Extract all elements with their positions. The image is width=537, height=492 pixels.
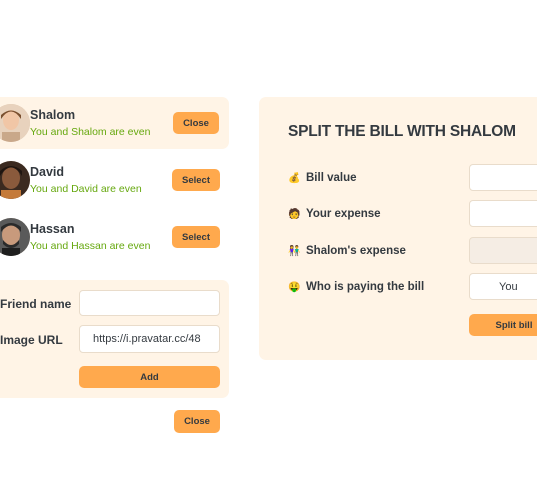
- friend-name: David: [30, 165, 65, 179]
- friend-item-hassan: Hassan You and Hassan are even Select: [0, 211, 229, 263]
- friend-balance-status: You and Hassan are even: [30, 240, 151, 252]
- person-icon: 🧑: [288, 208, 301, 220]
- image-url-input[interactable]: [79, 325, 220, 353]
- avatar: [0, 161, 30, 199]
- couple-icon: 👫: [288, 245, 301, 257]
- image-url-label: Image URL: [0, 333, 63, 347]
- friend-name-input[interactable]: [79, 290, 220, 316]
- split-bill-form: SPLIT THE BILL WITH SHALOM 💰 Bill value …: [259, 97, 537, 360]
- split-bill-button[interactable]: Split bill: [469, 314, 537, 336]
- friend-balance-status: You and Shalom are even: [30, 126, 151, 138]
- add-friend-button[interactable]: Add: [79, 366, 220, 388]
- friend-expense-input: [469, 237, 537, 264]
- close-form-button[interactable]: Close: [174, 410, 220, 433]
- friend-name-label: Friend name: [0, 297, 72, 311]
- payer-label: 🤑 Who is paying the bill: [288, 281, 425, 293]
- money-face-icon: 🤑: [288, 281, 301, 293]
- friend-name: Shalom: [30, 108, 76, 122]
- friend-balance-status: You and David are even: [30, 183, 142, 195]
- bill-value-input[interactable]: [469, 164, 537, 191]
- avatar: [0, 218, 30, 256]
- friend-name: Hassan: [30, 222, 75, 236]
- friend-item-david: David You and David are even Select: [0, 154, 229, 206]
- select-friend-button[interactable]: Select: [172, 226, 220, 248]
- split-bill-title: SPLIT THE BILL WITH SHALOM: [288, 123, 516, 140]
- your-expense-input[interactable]: [469, 200, 537, 227]
- your-expense-label: 🧑 Your expense: [288, 208, 381, 220]
- close-friend-button[interactable]: Close: [173, 112, 219, 134]
- friend-expense-label: 👫 Shalom's expense: [288, 245, 406, 257]
- select-friend-button[interactable]: Select: [172, 169, 220, 191]
- money-bag-icon: 💰: [288, 172, 301, 184]
- avatar: [0, 104, 30, 142]
- payer-select[interactable]: You: [469, 273, 537, 300]
- friend-item-shalom: Shalom You and Shalom are even Close: [0, 97, 229, 149]
- add-friend-form: Friend name Image URL Add: [0, 280, 229, 398]
- bill-value-label: 💰 Bill value: [288, 172, 357, 184]
